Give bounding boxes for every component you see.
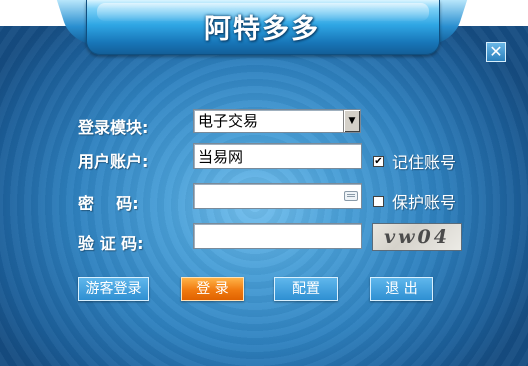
login-dialog: 阿特多多 ✕ 登录模块: 电子交易 ▼ 用户账户: 密 码: 验 证 码: vw… [0, 0, 528, 366]
protect-account-option[interactable]: 保护账号 [373, 189, 456, 213]
guest-login-button[interactable]: 游客登录 [78, 277, 149, 301]
title-banner: 阿特多多 [56, 0, 468, 58]
login-button[interactable]: 登 录 [181, 277, 244, 301]
close-icon: ✕ [489, 42, 503, 61]
captcha-image[interactable]: vw04 [372, 223, 462, 251]
remember-account-option[interactable]: ✔ 记住账号 [373, 149, 456, 173]
account-label: 用户账户: [78, 152, 149, 171]
captcha-input[interactable] [193, 223, 362, 249]
captcha-text: vw04 [384, 226, 450, 248]
module-label: 登录模块: [78, 118, 149, 137]
close-button[interactable]: ✕ [486, 42, 506, 62]
protect-account-checkbox[interactable] [373, 195, 384, 207]
chevron-down-icon[interactable]: ▼ [343, 110, 360, 132]
exit-button[interactable]: 退 出 [370, 277, 433, 301]
remember-account-checkbox[interactable]: ✔ [373, 155, 384, 167]
config-button[interactable]: 配置 [274, 277, 338, 301]
module-select[interactable]: 电子交易 ▼ [193, 109, 361, 133]
app-title: 阿特多多 [204, 14, 320, 45]
password-input[interactable] [193, 183, 362, 209]
remember-account-label: 记住账号 [392, 153, 457, 172]
password-label: 密 码: [78, 194, 139, 213]
captcha-label: 验 证 码: [78, 234, 144, 253]
protect-account-label: 保护账号 [392, 193, 457, 212]
account-input[interactable] [193, 143, 362, 169]
keyboard-icon[interactable] [344, 191, 358, 201]
module-select-value: 电子交易 [198, 112, 259, 130]
